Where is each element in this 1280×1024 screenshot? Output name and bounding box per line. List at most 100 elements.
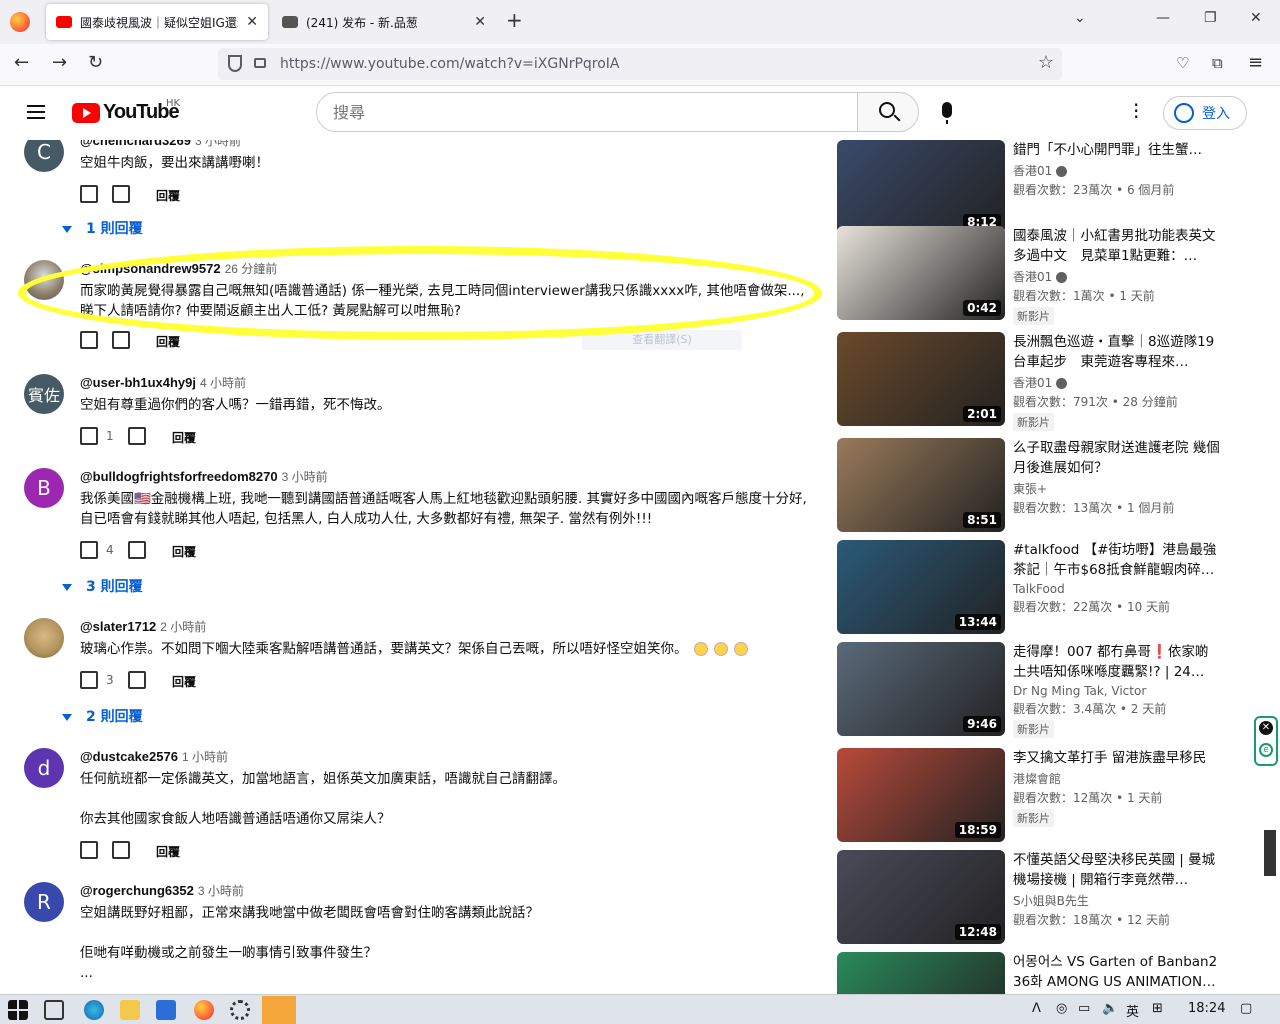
comment-author[interactable]: @bulldogfrightsforfreedom8270 3 小時前 bbox=[80, 468, 820, 485]
close-tab-icon[interactable]: ✕ bbox=[474, 14, 486, 30]
dislike-icon[interactable] bbox=[128, 427, 146, 445]
volume-icon[interactable]: 🔈 bbox=[1102, 1001, 1118, 1016]
avatar[interactable] bbox=[24, 260, 64, 300]
forward-arrow-icon[interactable]: → bbox=[52, 52, 67, 73]
shield-icon[interactable] bbox=[228, 55, 242, 72]
reply-button[interactable]: 回覆 bbox=[156, 187, 180, 204]
related-video-item[interactable]: 2:01 長洲飄色巡遊・直擊｜8巡遊隊19台車起步 東莞遊客專程來… 香港01 觀看次… bbox=[836, 332, 1226, 431]
comment-author[interactable]: @chelnchard3269 3 小時前 bbox=[80, 140, 820, 149]
signin-button[interactable]: 登入 bbox=[1163, 96, 1247, 130]
video-title[interactable]: 走得摩！007 都冇鼻哥❗依家啲土共唔知係咪喺度覊緊!? | 24… bbox=[1013, 642, 1221, 682]
channel-name[interactable]: 東張+ bbox=[1013, 480, 1221, 497]
video-thumbnail[interactable]: 8:12 bbox=[837, 140, 1005, 234]
video-title[interactable]: 李又擒文革打手 留港族盡早移民 bbox=[1013, 748, 1221, 768]
guide-menu-icon[interactable] bbox=[27, 105, 45, 119]
voice-search-icon[interactable] bbox=[942, 102, 952, 124]
firefox-menu-icon[interactable] bbox=[10, 12, 30, 32]
clock[interactable]: 18:24 bbox=[1188, 1001, 1225, 1016]
close-tab-icon[interactable]: ✕ bbox=[246, 14, 258, 30]
url-text[interactable]: https://www.youtube.com/watch?v=iXGNrPqr… bbox=[280, 56, 620, 72]
video-thumbnail[interactable]: 13:44 bbox=[837, 540, 1005, 634]
related-video-item[interactable]: 9:46 走得摩！007 都冇鼻哥❗依家啲土共唔知係咪喺度覊緊!? | 24… Dr… bbox=[836, 642, 1226, 738]
channel-name[interactable]: 香港01 bbox=[1013, 162, 1221, 179]
related-video-item[interactable]: 13:44 #talkfood 【#街坊嘢】港島最強茶記｜午市$68抵食鮮龍蝦肉碎… bbox=[836, 540, 1226, 634]
related-video-item[interactable]: 8:51 么子取盡母親家財送進護老院 幾個月後進展如何？ 東張+ 觀看次數：13萬次 … bbox=[836, 438, 1226, 532]
related-video-item[interactable]: 18:59 李又擒文革打手 留港族盡早移民 港燦會館 觀看次數：12萬次 • 1 天前… bbox=[836, 748, 1226, 842]
reply-button[interactable]: 回覆 bbox=[156, 843, 180, 860]
channel-name[interactable]: S小姐與B先生 bbox=[1013, 892, 1221, 909]
channel-name[interactable]: 港燦會館 bbox=[1013, 770, 1221, 787]
dislike-icon[interactable] bbox=[112, 841, 130, 859]
video-thumbnail[interactable]: 2:01 bbox=[837, 332, 1005, 426]
video-title[interactable]: #talkfood 【#街坊嘢】港島最強茶記｜午市$68抵食鮮龍蝦肉碎… bbox=[1013, 540, 1221, 580]
dislike-icon[interactable] bbox=[112, 331, 130, 349]
telegram-icon[interactable] bbox=[262, 996, 296, 1024]
video-thumbnail[interactable]: 12:48 bbox=[837, 850, 1005, 944]
comment-author[interactable]: @slater1712 2 小時前 bbox=[80, 618, 820, 635]
address-bar[interactable]: https://www.youtube.com/watch?v=iXGNrPqr… bbox=[218, 48, 1062, 80]
extensions-icon[interactable]: ⧉ bbox=[1212, 54, 1223, 72]
video-thumbnail[interactable]: 0:42 bbox=[837, 226, 1005, 320]
search-box[interactable] bbox=[316, 92, 858, 132]
related-video-item[interactable]: 어몽어스 VS Garten of Banban2 36화 AMONG US A… bbox=[836, 952, 1226, 994]
avatar[interactable]: 賓佐 bbox=[24, 374, 64, 414]
comment-time[interactable]: 3 小時前 bbox=[198, 884, 244, 898]
list-tabs-icon[interactable]: ⌄ bbox=[1074, 10, 1086, 26]
file-explorer-icon[interactable] bbox=[120, 1000, 140, 1020]
related-video-item[interactable]: 12:48 不懂英語父母堅決移民英國 | 曼城機場接機 | 開箱行李竟然帶… S小姐… bbox=[836, 850, 1226, 944]
meet-now-icon[interactable]: ◎ bbox=[1056, 1001, 1067, 1016]
comment-time[interactable]: 3 小時前 bbox=[195, 140, 241, 148]
windows-start-icon[interactable] bbox=[8, 1000, 28, 1020]
comment-time[interactable]: 3 小時前 bbox=[282, 470, 328, 484]
video-thumbnail[interactable]: 18:59 bbox=[837, 748, 1005, 842]
lock-icon[interactable] bbox=[254, 58, 266, 68]
close-icon[interactable]: ✕ bbox=[1259, 721, 1273, 735]
comment-author[interactable]: @rogerchung6352 3 小時前 bbox=[80, 882, 820, 899]
video-title[interactable]: 錯門「不小心開門罪」往生蟹… bbox=[1013, 140, 1221, 160]
reply-button[interactable]: 回覆 bbox=[172, 673, 196, 690]
edge-browser-icon[interactable] bbox=[84, 1000, 104, 1020]
minimize-button[interactable]: — bbox=[1156, 10, 1170, 26]
avatar[interactable]: B bbox=[24, 468, 64, 508]
like-icon[interactable] bbox=[80, 185, 98, 203]
close-window-button[interactable]: ✕ bbox=[1250, 10, 1262, 26]
video-thumbnail[interactable]: 8:51 bbox=[837, 438, 1005, 532]
video-title[interactable]: 어몽어스 VS Garten of Banban2 36화 AMONG US A… bbox=[1013, 952, 1221, 992]
scrollbar-thumb[interactable] bbox=[1264, 830, 1276, 876]
input-method-label[interactable]: 英 bbox=[1126, 1001, 1139, 1020]
pocket-icon[interactable]: ♡ bbox=[1176, 54, 1189, 72]
side-extension-widget[interactable]: ✕ e bbox=[1254, 716, 1278, 766]
restore-button[interactable]: ❐ bbox=[1204, 10, 1217, 26]
back-arrow-icon[interactable]: ← bbox=[14, 52, 29, 73]
channel-name[interactable]: TalkFood bbox=[1013, 582, 1221, 596]
youtube-logo-icon[interactable] bbox=[72, 103, 100, 123]
comment-time[interactable]: 26 分鐘前 bbox=[225, 262, 278, 276]
related-video-item[interactable]: 8:12 錯門「不小心開門罪」往生蟹… 香港01 觀看次數：23萬次 • 6 個月前 bbox=[836, 140, 1226, 234]
settings-gear-icon[interactable] bbox=[230, 1000, 250, 1020]
settings-more-icon[interactable]: · · · bbox=[1133, 95, 1139, 127]
like-icon[interactable] bbox=[80, 541, 98, 559]
app-menu-icon[interactable]: ≡ bbox=[1248, 52, 1263, 73]
avatar[interactable]: R bbox=[24, 882, 64, 922]
reply-button[interactable]: 回覆 bbox=[172, 429, 196, 446]
tab-youtube[interactable]: 國泰歧視風波｜疑似空姐IG還擊 ✕ bbox=[46, 4, 268, 40]
like-icon[interactable] bbox=[80, 671, 98, 689]
reply-button[interactable]: 回覆 bbox=[172, 543, 196, 560]
bookmark-star-icon[interactable]: ☆ bbox=[1038, 52, 1054, 73]
comment-time[interactable]: 2 小時前 bbox=[160, 620, 206, 634]
dislike-icon[interactable] bbox=[128, 541, 146, 559]
firefox-icon[interactable] bbox=[194, 1000, 214, 1020]
reload-icon[interactable]: ↻ bbox=[88, 52, 103, 73]
video-title[interactable]: 不懂英語父母堅決移民英國 | 曼城機場接機 | 開箱行李竟然帶… bbox=[1013, 850, 1221, 890]
dislike-icon[interactable] bbox=[112, 185, 130, 203]
search-input[interactable] bbox=[333, 103, 813, 122]
like-icon[interactable] bbox=[80, 841, 98, 859]
task-view-icon[interactable] bbox=[44, 1000, 64, 1020]
view-replies-button[interactable]: 1 則回覆 bbox=[62, 218, 143, 238]
mail-icon[interactable] bbox=[156, 1000, 176, 1020]
avatar[interactable]: C bbox=[24, 140, 64, 172]
channel-name[interactable]: Dr Ng Ming Tak, Victor bbox=[1013, 684, 1221, 698]
video-thumbnail[interactable]: 9:46 bbox=[837, 642, 1005, 736]
video-thumbnail[interactable] bbox=[837, 952, 1005, 994]
video-title[interactable]: 國泰風波｜小紅書男批功能表英文多過中文 見菜單1點更難：… bbox=[1013, 226, 1221, 266]
